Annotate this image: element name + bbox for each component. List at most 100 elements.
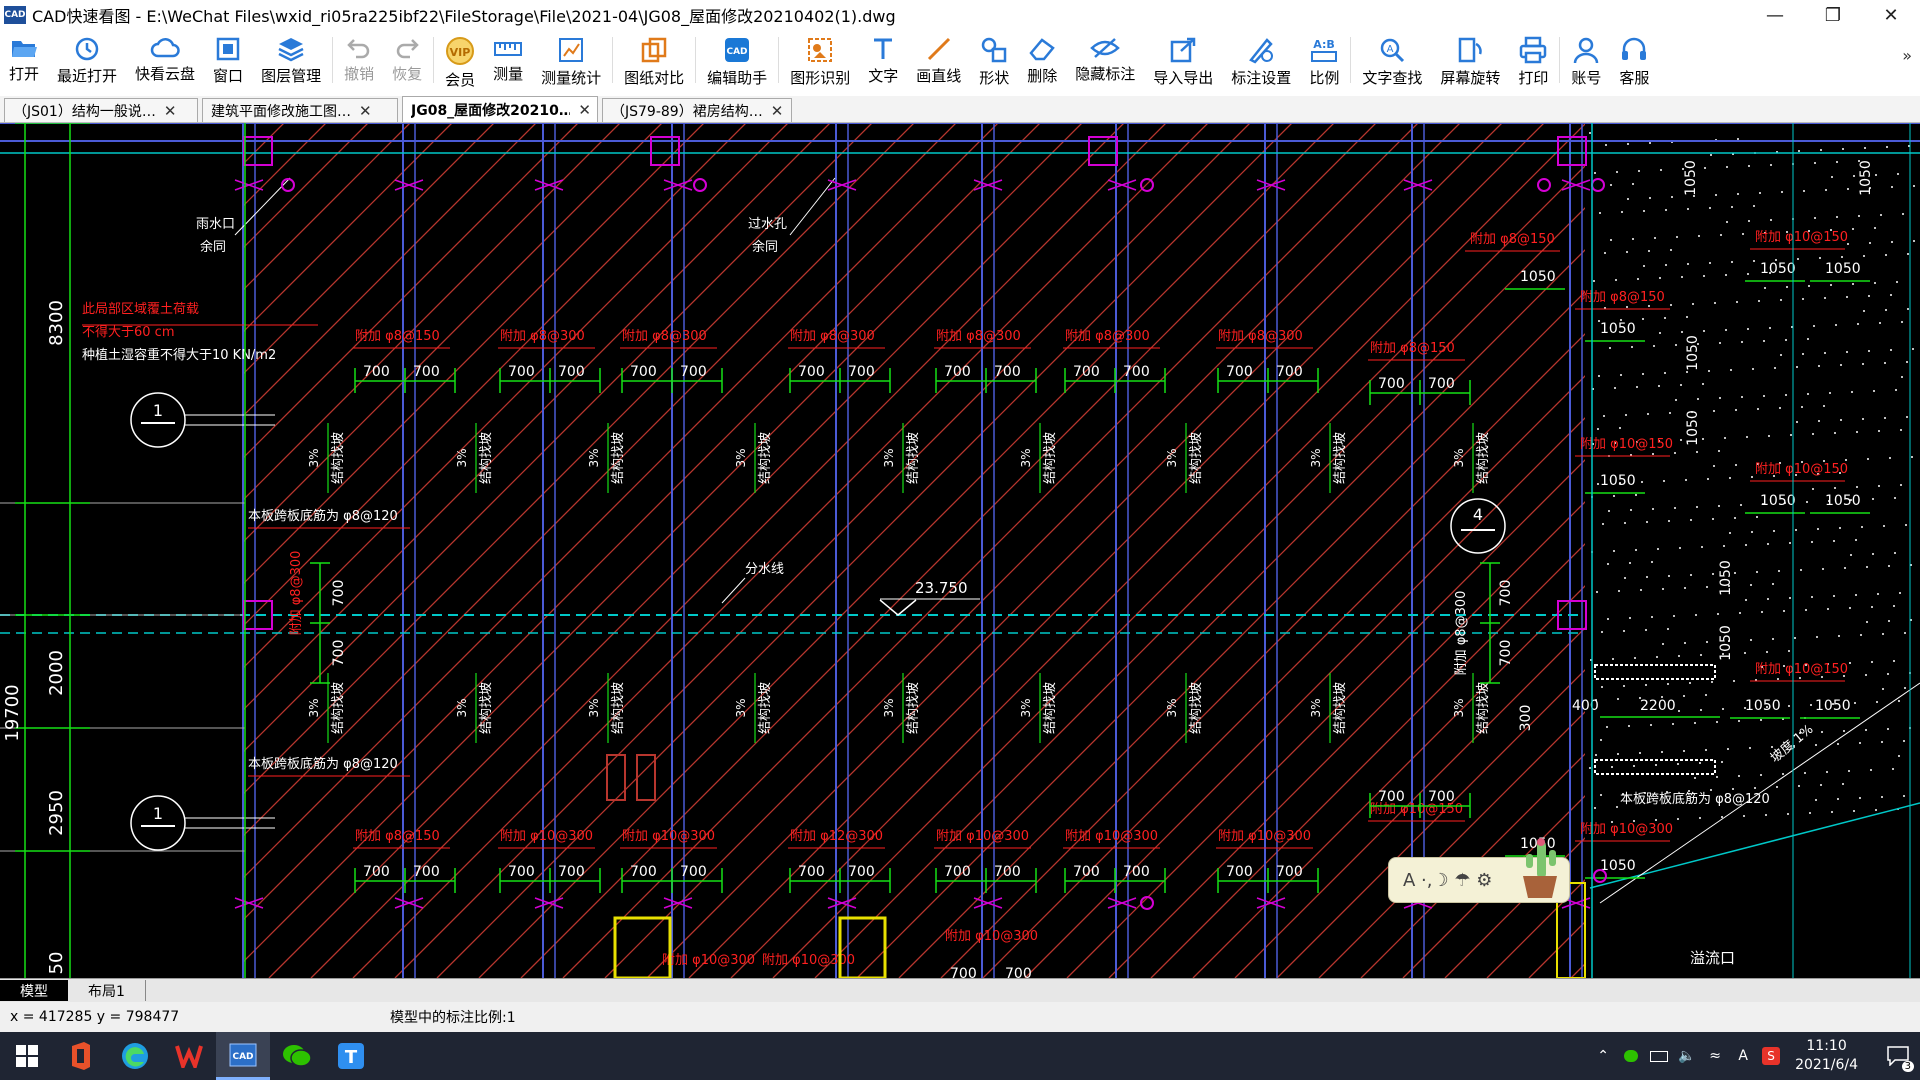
dimension-700: 700 — [558, 364, 585, 380]
toolbar-annotation-settings-button[interactable]: 标注设置 — [1222, 30, 1300, 87]
toolbar-compare-button[interactable]: 图纸对比 — [615, 30, 693, 87]
speckle-dot — [1904, 632, 1906, 634]
toolbar-edit-assistant-button[interactable]: CAD 编辑助手 — [698, 30, 776, 87]
toolbar-measure-stats-button[interactable]: 测量统计 — [532, 30, 610, 87]
speckle-dot — [1733, 680, 1735, 682]
toolbar-cloud-button[interactable]: 快看云盘 — [126, 30, 204, 84]
toolbar-folder-open-button[interactable]: 打开 — [0, 30, 48, 84]
speckle-dot — [1705, 749, 1707, 751]
speckle-dot — [1885, 254, 1887, 256]
speckle-dot — [1898, 700, 1900, 702]
wps-icon[interactable] — [162, 1032, 216, 1080]
chevron-up-icon[interactable]: ⌃ — [1591, 1032, 1615, 1080]
speckle-dot — [1849, 607, 1851, 609]
toolbar-printer-button[interactable]: 打印 — [1509, 30, 1557, 87]
dimension-700: 700 — [680, 364, 707, 380]
toolbar-import-export-button[interactable]: 导入导出 — [1144, 30, 1222, 87]
speckle-dot — [1634, 657, 1636, 659]
speckle-dot — [1640, 589, 1642, 591]
dimension-700: 700 — [1226, 364, 1253, 380]
drawing-canvas[interactable]: 8300 2000 2950 50 19700 1 1 4 此局部区域覆土荷载 不得大于60 cm… — [0, 123, 1920, 978]
speckle-dot — [1595, 754, 1597, 756]
rebar-label: 附加 φ10@150 — [1755, 662, 1848, 677]
document-tab[interactable]: （JS01）结构一般说… ✕ — [4, 98, 198, 122]
speckle-dot — [1833, 540, 1835, 542]
close-tab-icon[interactable]: ✕ — [164, 102, 177, 120]
wechat-icon[interactable] — [270, 1032, 324, 1080]
floating-tool-widget[interactable]: A ·,☽ ☂ ⚙ — [1388, 838, 1570, 903]
wechat-tray-icon[interactable] — [1619, 1032, 1643, 1080]
toolbar-redo-button[interactable]: 恢复 — [383, 30, 431, 84]
rebar-label: 附加 φ8@300 — [1065, 329, 1150, 344]
close-tab-icon[interactable]: ✕ — [771, 102, 784, 120]
dimension-700: 700 — [1428, 789, 1455, 805]
minimize-button[interactable]: — — [1746, 0, 1804, 30]
cad-drawing[interactable]: 8300 2000 2950 50 19700 1 1 4 此局部区域覆土荷载不得大于60 cm… — [0, 123, 1920, 978]
input-method-icon[interactable]: A — [1731, 1032, 1755, 1080]
close-tab-icon[interactable]: ✕ — [359, 102, 372, 120]
toolbar-shape-button[interactable]: 形状 — [970, 30, 1018, 87]
maximize-button[interactable]: ❐ — [1804, 0, 1862, 30]
undo-icon — [344, 36, 374, 60]
toolbar-vip-button[interactable]: VIP 会员 — [436, 30, 484, 89]
office-icon[interactable] — [54, 1032, 108, 1080]
toolbar-more-button[interactable]: » — [1902, 46, 1912, 65]
windows-start-icon[interactable] — [0, 1032, 54, 1080]
close-tab-icon[interactable]: ✕ — [578, 101, 591, 119]
sogou-icon[interactable]: S — [1759, 1032, 1783, 1080]
speckle-dot — [1818, 420, 1820, 422]
toolbar-ruler-button[interactable]: 测量 — [484, 30, 532, 84]
tencent-t-icon[interactable]: T — [324, 1032, 378, 1080]
wifi-icon[interactable]: ≈ — [1703, 1032, 1727, 1080]
toolbar-layers-button[interactable]: 图层管理 — [252, 30, 330, 85]
toolbar-eraser-button[interactable]: 删除 — [1018, 30, 1066, 85]
cad-icon[interactable]: CAD — [216, 1032, 270, 1080]
notification-icon[interactable]: 3 — [1878, 1032, 1918, 1080]
toolbar-scale-button[interactable]: A:B 比例 — [1300, 30, 1348, 87]
speckle-dot — [1848, 770, 1850, 772]
rebar-label: 附加 φ10@300 — [662, 953, 755, 968]
slope-percent: 3% — [734, 698, 748, 717]
toolbar-line-button[interactable]: 画直线 — [907, 30, 970, 85]
speckle-dot — [1713, 410, 1715, 412]
slope-text: 结构找坡 — [479, 432, 494, 484]
speckle-dot — [1820, 784, 1822, 786]
speckle-dot — [1862, 363, 1864, 365]
speckle-dot — [1753, 260, 1755, 262]
speckle-dot — [1715, 194, 1717, 196]
layout-tab-model[interactable]: 模型 — [0, 980, 68, 1001]
battery-icon[interactable] — [1647, 1032, 1671, 1080]
toolbar-undo-button[interactable]: 撤销 — [335, 30, 383, 84]
toolbar-history-button[interactable]: 最近打开 — [48, 30, 126, 85]
document-tab[interactable]: （JS79-89）裙房结构… ✕ — [602, 98, 792, 122]
rain-outlet-note: 雨水口 — [196, 217, 235, 232]
toolbar-rotate-screen-button[interactable]: 屏幕旋转 — [1431, 30, 1509, 87]
layout-tab-layout1[interactable]: 布局1 — [68, 980, 146, 1001]
document-tab[interactable]: 建筑平面修改施工图… ✕ — [202, 98, 398, 122]
toolbar-text-search-button[interactable]: A 文字查找 — [1353, 30, 1431, 87]
speckle-dot — [1624, 522, 1626, 524]
speckle-dot — [1701, 546, 1703, 548]
edge-icon[interactable] — [108, 1032, 162, 1080]
toolbar-text-button[interactable]: 文字 — [859, 30, 907, 85]
speckle-dot — [1756, 516, 1758, 518]
toolbar-shape-recognize-button[interactable]: 图形识别 — [781, 30, 859, 87]
beam-cross-marker — [1107, 897, 1137, 909]
speckle-dot — [1856, 486, 1858, 488]
toolbar-hide-annotation-button[interactable]: 隐藏标注 — [1066, 30, 1144, 84]
toolbar-headset-button[interactable]: 客服 — [1610, 30, 1658, 87]
dimension-700: 700 — [363, 864, 390, 880]
speckle-dot — [1837, 798, 1839, 800]
clock[interactable]: 11:10 2021/6/4 — [1795, 1037, 1858, 1075]
widget-text[interactable]: A ·,☽ ☂ ⚙ — [1403, 870, 1492, 891]
document-tab[interactable]: JG08_屋面修改20210… ✕ — [402, 96, 598, 122]
speckle-dot — [1632, 183, 1634, 185]
toolbar-window-button[interactable]: 窗口 — [204, 30, 252, 85]
volume-icon[interactable]: 🔈 — [1675, 1032, 1699, 1080]
dimension-700: 700 — [798, 864, 825, 880]
cloud-icon — [150, 36, 180, 60]
close-button[interactable]: ✕ — [1862, 0, 1920, 30]
speckle-dot — [1675, 399, 1677, 401]
frame-element — [613, 916, 672, 978]
toolbar-account-button[interactable]: 账号 — [1562, 30, 1610, 87]
